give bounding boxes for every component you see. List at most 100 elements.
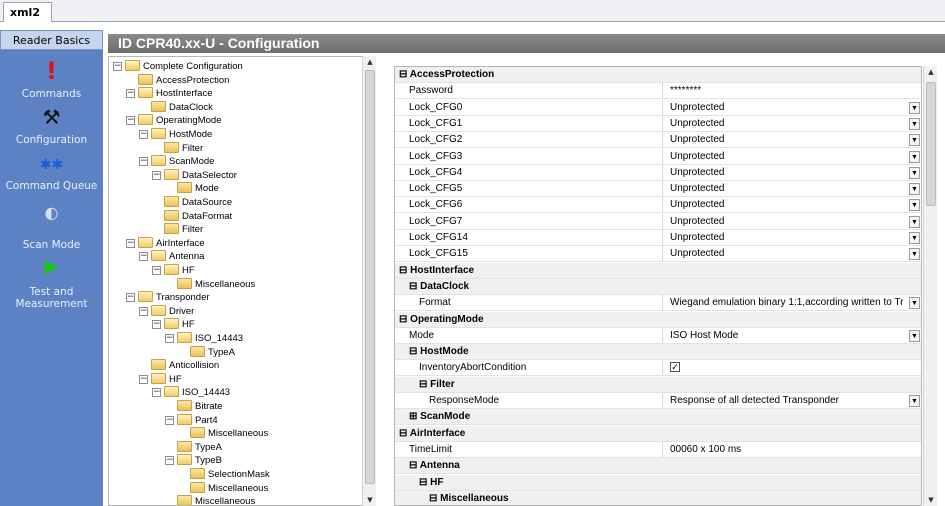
grid-category-row[interactable]: ⊟ Filter [395,376,921,393]
grid-property-row[interactable]: Mode ISO Host Mode ▼ [395,327,921,344]
dropdown-arrow-icon[interactable]: ▼ [909,166,920,179]
tree-node[interactable]: HF [164,318,195,332]
tree-node[interactable]: Filter [164,141,203,156]
tree-scrollbar[interactable]: ▲ ▼ [362,56,376,506]
expand-icon[interactable]: ⊟ [399,428,410,439]
grid-category-row[interactable]: ⊟ AccessProtection [395,67,921,83]
grid-property-row[interactable]: Lock_CFG5 Unprotected ▼ [395,181,921,198]
grid-property-row[interactable]: Lock_CFG1 Unprotected ▼ [395,115,921,132]
scroll-down-icon[interactable]: ▼ [365,496,375,504]
tree-node[interactable]: Complete Configuration [125,60,243,74]
tree-node[interactable]: Part4 [177,413,218,428]
expand-icon[interactable]: ⊟ [399,314,410,325]
tree-node[interactable]: Mode [177,182,219,196]
tree-scroll-thumb[interactable] [365,70,375,484]
property-value[interactable]: ******** [665,83,921,98]
tree-expander[interactable]: − [126,89,135,99]
property-value[interactable]: Unprotected ▼ [665,230,921,245]
expand-icon[interactable]: ⊟ [409,460,420,471]
tree-expander[interactable]: − [152,170,161,180]
tree-node[interactable]: Miscellaneous [177,277,255,292]
expand-icon[interactable]: ⊟ [419,477,430,488]
gears-icon[interactable]: ✱✱ [0,154,103,176]
dropdown-arrow-icon[interactable]: ▼ [909,248,920,261]
nav-item-commands[interactable]: Commands [0,88,103,100]
tree-node[interactable]: DataClock [151,100,213,115]
grid-category-row[interactable]: ⊟ HF [395,474,921,491]
grid-category-row[interactable]: ⊟ HostMode [395,344,921,361]
grid-property-row[interactable]: Lock_CFG0 Unprotected ▼ [395,99,921,116]
tree-node[interactable]: Anticollision [151,359,219,373]
property-value[interactable]: 00060 x 100 ms [665,442,921,457]
grid-category-row[interactable]: ⊟ Antenna [395,458,921,475]
grid-category-row[interactable]: ⊟ AirInterface [395,425,921,442]
tree-expander[interactable]: − [126,116,135,126]
grid-category-row[interactable]: ⊟ DataClock [395,278,921,295]
scan-icon[interactable]: ◐ [0,202,103,224]
expand-icon[interactable]: ⊞ [409,411,420,422]
expand-icon[interactable]: ⊟ [399,69,410,80]
checkbox[interactable]: ✓ [670,362,680,373]
tree-node[interactable]: TypeA [177,440,222,455]
grid-property-row[interactable]: Lock_CFG14 Unprotected ▼ [395,230,921,246]
grid-scroll-thumb[interactable] [926,82,936,206]
expand-icon[interactable]: ⊟ [399,265,410,276]
tree-node[interactable]: Bitrate [177,400,222,414]
tree-node[interactable]: SelectionMask [190,468,270,482]
tree-node[interactable]: Antenna [151,250,204,264]
scroll-up-icon[interactable]: ▲ [365,58,375,66]
tab-xml2[interactable]: xml2 [3,2,52,22]
tree-expander[interactable]: − [139,374,148,384]
tree-expander[interactable]: − [165,415,174,425]
tree-expander[interactable]: − [165,334,174,343]
dropdown-arrow-icon[interactable]: ▼ [909,232,920,244]
property-value[interactable]: ISO Host Mode ▼ [665,328,921,343]
play-icon[interactable]: ▶ [0,256,103,278]
grid-scrollbar[interactable]: ▲ ▼ [923,66,937,506]
scroll-down-icon[interactable]: ▼ [926,496,936,504]
grid-property-row[interactable]: Lock_CFG6 Unprotected ▼ [395,197,921,214]
tree-expander[interactable]: − [139,130,148,139]
tree-expander[interactable]: − [152,388,161,398]
tree-expander[interactable]: − [139,157,148,167]
property-value[interactable]: Unprotected ▼ [665,214,921,229]
tree-node[interactable]: ISO_14443 [164,386,230,400]
tree-expander[interactable]: − [139,306,148,316]
tree-node[interactable]: Transponder [138,291,210,305]
dropdown-arrow-icon[interactable]: ▼ [909,117,920,130]
exclamation-icon[interactable]: ! [0,59,103,83]
grid-category-row[interactable]: ⊟ OperatingMode [395,311,921,328]
property-value[interactable]: Wiegand emulation binary 1:1,according w… [665,295,921,310]
expand-icon[interactable]: ⊟ [409,281,420,292]
nav-item-configuration[interactable]: Configuration [0,134,103,146]
grid-property-row[interactable]: Format Wiegand emulation binary 1:1,accor… [395,295,921,312]
property-value[interactable]: Unprotected ▼ [665,149,921,164]
expand-icon[interactable]: ⊟ [429,493,440,504]
dropdown-arrow-icon[interactable]: ▼ [909,329,920,342]
grid-category-row[interactable]: ⊟ HostInterface [395,262,921,279]
grid-property-row[interactable]: Password ******** [395,83,921,100]
grid-property-row[interactable]: Lock_CFG15 Unprotected ▼ [395,246,921,263]
tree-expander[interactable]: − [113,62,122,71]
property-value[interactable]: Response of all detected Transponder ▼ [665,393,921,408]
dropdown-arrow-icon[interactable]: ▼ [909,134,920,147]
tree-node[interactable]: Miscellaneous [190,481,268,496]
dropdown-arrow-icon[interactable]: ▼ [909,199,920,212]
nav-item-test-and-measurement[interactable]: Test and Measurement [0,286,103,310]
tree-node[interactable]: TypeB [177,454,222,468]
grid-category-row[interactable]: ⊞ ScanMode [395,409,921,426]
property-value[interactable]: Unprotected ▼ [665,165,921,180]
tree-expander[interactable]: − [165,456,174,466]
dropdown-arrow-icon[interactable]: ▼ [909,215,920,228]
grid-property-row[interactable]: ResponseMode Response of all detected Tra… [395,393,921,409]
tools-icon[interactable]: ⚒ [0,106,103,128]
property-value[interactable]: Unprotected ▼ [665,181,921,196]
grid-category-row[interactable]: ⊟ Miscellaneous [395,490,921,505]
tree-node[interactable]: AirInterface [138,236,205,251]
dropdown-arrow-icon[interactable]: ▼ [909,297,920,310]
tree-node[interactable]: Miscellaneous [190,427,268,441]
scroll-up-icon[interactable]: ▲ [926,68,936,76]
tree-node[interactable]: AccessProtection [138,73,229,88]
tree-expander[interactable]: − [126,293,135,303]
dropdown-arrow-icon[interactable]: ▼ [909,183,920,196]
